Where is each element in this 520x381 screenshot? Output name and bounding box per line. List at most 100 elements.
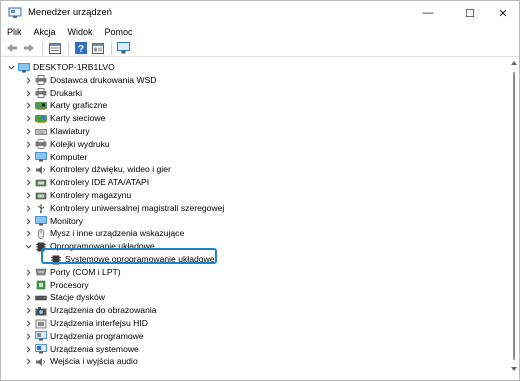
tree-item-label: Kontrolery dźwięku, wideo i gier [50, 164, 171, 175]
tree-item[interactable]: Drukarki [1, 87, 501, 100]
ide-controller-icon [35, 178, 47, 188]
tree-item[interactable]: Urządzenia programowe [1, 330, 501, 343]
tree-item[interactable]: Urządzenia systemowe [1, 343, 501, 356]
monitor-icon [35, 216, 47, 226]
tree-item[interactable]: Dostawca drukowania WSD [1, 74, 501, 87]
tree-item[interactable]: Urządzenia do obrazowania [1, 304, 501, 317]
title-bar[interactable]: Menedżer urządzeń — ☐ ✕ [1, 1, 519, 25]
menu-pomoc[interactable]: Pomoc [99, 25, 139, 40]
computer-icon [35, 152, 47, 162]
chevron-right-icon[interactable] [24, 192, 32, 200]
chevron-right-icon[interactable] [24, 76, 32, 84]
tree-item[interactable]: Mysz i inne urządzenia wskazujące [1, 227, 501, 240]
printer-icon [35, 88, 47, 98]
tree-item[interactable]: Kontrolery magazynu [1, 189, 501, 202]
chevron-right-icon[interactable] [24, 89, 32, 97]
display-adapter-icon [35, 101, 47, 111]
tree-item-label: Stacje dysków [50, 292, 105, 303]
scan-hardware-button[interactable] [116, 41, 131, 56]
tree-item[interactable]: Karty sieciowe [1, 112, 501, 125]
chevron-down-icon[interactable] [24, 243, 32, 251]
forward-button[interactable] [21, 41, 36, 56]
tree-item[interactable]: Procesory [1, 279, 501, 292]
tree-item[interactable]: Urządzenia interfejsu HID [1, 317, 501, 330]
tree-item-label: Komputer [50, 151, 88, 162]
view-icon [91, 42, 104, 54]
chevron-right-icon[interactable] [24, 320, 32, 328]
tree-item[interactable]: Porty (COM i LPT) [1, 266, 501, 279]
chevron-right-icon[interactable] [24, 281, 32, 289]
close-button[interactable]: ✕ [485, 1, 520, 25]
tree-item[interactable]: Monitory [1, 215, 501, 228]
chevron-right-icon[interactable] [24, 204, 32, 212]
close-icon: ✕ [498, 7, 508, 20]
back-icon [6, 44, 17, 52]
chevron-right-icon[interactable] [24, 358, 32, 366]
system-device-icon [35, 344, 47, 354]
tree-item-label: Monitory [50, 215, 83, 226]
chevron-right-icon[interactable] [24, 217, 32, 225]
scroll-up-icon[interactable] [511, 60, 517, 66]
tree-item[interactable]: Kolejki wydruku [1, 138, 501, 151]
menu-widok[interactable]: Widok [62, 25, 99, 40]
chevron-right-icon[interactable] [24, 166, 32, 174]
disk-drive-icon [35, 293, 47, 303]
back-button[interactable] [4, 41, 19, 56]
printer-icon [35, 75, 47, 86]
tree-item[interactable]: Wejścia i wyjścia audio [1, 355, 501, 368]
tree-item-label: Wejścia i wyjścia audio [50, 356, 138, 367]
sound-icon [35, 165, 47, 175]
tree-item-label: Karty sieciowe [50, 113, 106, 124]
maximize-button[interactable]: ☐ [452, 1, 488, 25]
menu-akcja[interactable]: Akcja [28, 25, 62, 40]
tree-item-label: Kontrolery magazynu [50, 190, 132, 200]
chevron-right-icon[interactable] [24, 230, 32, 238]
selection-highlight [41, 248, 217, 264]
tree-item[interactable]: Karty graficzne [1, 99, 501, 112]
chevron-right-icon[interactable] [24, 153, 32, 161]
vertical-scrollbar[interactable] [509, 58, 519, 380]
tree-item[interactable]: Klawiatury [1, 125, 501, 138]
minimize-icon: — [422, 7, 434, 19]
properties-button[interactable] [47, 41, 62, 56]
storage-controller-icon [35, 191, 47, 201]
chevron-right-icon[interactable] [24, 179, 32, 187]
scroll-down-icon[interactable] [511, 366, 517, 372]
tree-item-label: Drukarki [50, 87, 82, 98]
tree-item[interactable]: Kontrolery IDE ATA/ATAPI [1, 176, 501, 189]
tree-item[interactable]: Stacje dysków [1, 291, 501, 304]
chevron-right-icon[interactable] [24, 140, 32, 148]
software-device-icon [35, 331, 47, 341]
chevron-down-icon[interactable] [7, 64, 15, 72]
chevron-right-icon[interactable] [24, 115, 32, 123]
tree-root-computer[interactable]: DESKTOP-1RB1LVO [1, 61, 501, 74]
monitor-scan-icon [117, 42, 130, 54]
toolbar-separator [111, 41, 112, 55]
chevron-right-icon[interactable] [24, 294, 32, 302]
tree-item[interactable]: Komputer [1, 151, 501, 164]
chevron-right-icon[interactable] [24, 128, 32, 136]
tree-item-label: Dostawca drukowania WSD [50, 74, 157, 85]
tree-item[interactable]: Kontrolery uniwersalnej magistrali szere… [1, 202, 501, 215]
tree-item-label: Urządzenia programowe [50, 330, 144, 341]
svg-text:?: ? [77, 44, 83, 54]
usb-icon [35, 203, 47, 214]
chevron-right-icon[interactable] [24, 307, 32, 315]
audio-io-icon [35, 357, 47, 367]
window-title: Menedżer urządzeń [28, 7, 112, 18]
view-button[interactable] [90, 41, 105, 56]
scrollbar-thumb[interactable] [513, 72, 515, 360]
camera-icon [35, 306, 47, 316]
chevron-right-icon[interactable] [24, 332, 32, 340]
minimize-button[interactable]: — [410, 1, 446, 25]
print-queue-icon [35, 139, 47, 150]
chevron-right-icon[interactable] [24, 345, 32, 353]
menu-plik[interactable]: Plik [1, 25, 28, 40]
menu-bar: Plik Akcja Widok Pomoc [1, 25, 519, 40]
toolbar: ? [1, 40, 519, 57]
help-button[interactable]: ? [73, 41, 88, 56]
chevron-right-icon[interactable] [24, 268, 32, 276]
chevron-right-icon[interactable] [24, 102, 32, 110]
tree-item[interactable]: Kontrolery dźwięku, wideo i gier [1, 163, 501, 176]
device-manager-window: Menedżer urządzeń — ☐ ✕ Plik Akcja Widok… [0, 0, 520, 381]
